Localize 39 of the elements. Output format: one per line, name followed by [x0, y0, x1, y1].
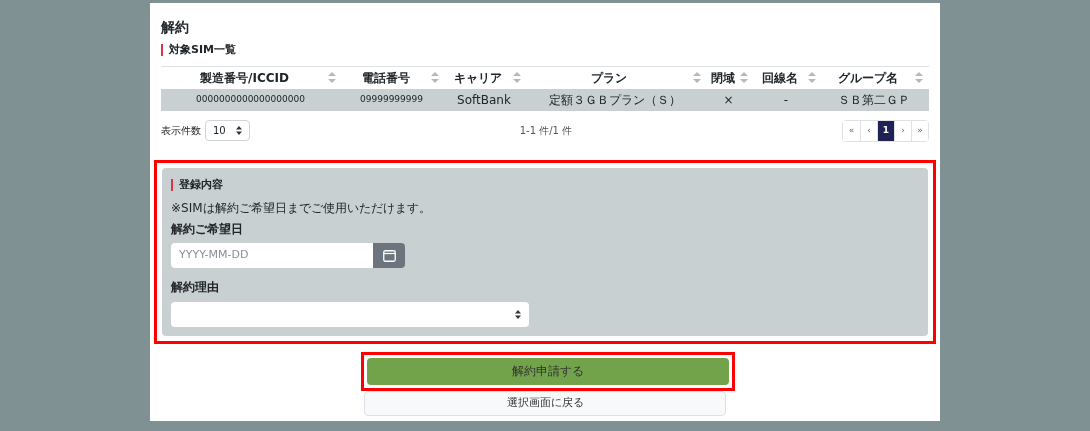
section-heading: 登録内容: [179, 176, 223, 193]
note-text: ※SIMは解約ご希望日までご使用いただけます。: [171, 200, 432, 217]
column-header[interactable]: 閉域: [705, 66, 752, 89]
table-cell-text: 09999999999: [359, 92, 424, 106]
calendar-button[interactable]: [373, 243, 405, 268]
table-cell-text: ×: [722, 91, 735, 109]
sort-icon: [513, 72, 521, 83]
column-header[interactable]: キャリア: [443, 66, 525, 89]
table-cell-text: -: [782, 91, 790, 109]
sort-icon: [431, 72, 439, 83]
column-header[interactable]: プラン: [525, 66, 705, 89]
sort-icon: [915, 72, 923, 83]
table-cell-text: SoftBank: [456, 91, 512, 109]
date-field[interactable]: YYYY-MM-DD: [171, 243, 373, 268]
table-cell-text: ＳＢ第二ＧＰ: [836, 91, 911, 109]
select-arrows-icon: [515, 310, 521, 319]
page-link[interactable]: »: [911, 120, 928, 141]
submit-button[interactable]: 解約申請する: [366, 357, 729, 385]
result-count: 1-1 件/1 件: [519, 124, 573, 138]
page-title: 解約: [161, 18, 190, 37]
sort-icon: [740, 72, 748, 83]
table-cell-text: 0000000000000000000: [195, 92, 306, 106]
page-size-select[interactable]: 10: [205, 120, 250, 141]
field-label: 解約ご希望日: [171, 221, 244, 238]
sort-icon: [328, 72, 336, 83]
field-label: 解約理由: [171, 279, 220, 296]
select-arrows-icon: [235, 126, 242, 135]
column-header[interactable]: 製造番号/ICCID: [161, 66, 340, 89]
calendar-icon: [382, 249, 396, 262]
page-link[interactable]: 1: [877, 120, 894, 141]
table-cell-text: 定額３ＧＢプラン（Ｓ）: [548, 91, 682, 109]
sort-icon: [693, 72, 701, 83]
column-header[interactable]: 回線名: [752, 66, 820, 89]
page-size-label: 表示件数: [161, 124, 201, 138]
column-header[interactable]: グループ名: [820, 66, 927, 89]
section-heading: 対象SIM一覧: [169, 42, 236, 58]
back-button[interactable]: 選択画面に戻る: [364, 390, 726, 416]
sort-icon: [808, 72, 816, 83]
column-header[interactable]: 電話番号: [340, 66, 443, 89]
